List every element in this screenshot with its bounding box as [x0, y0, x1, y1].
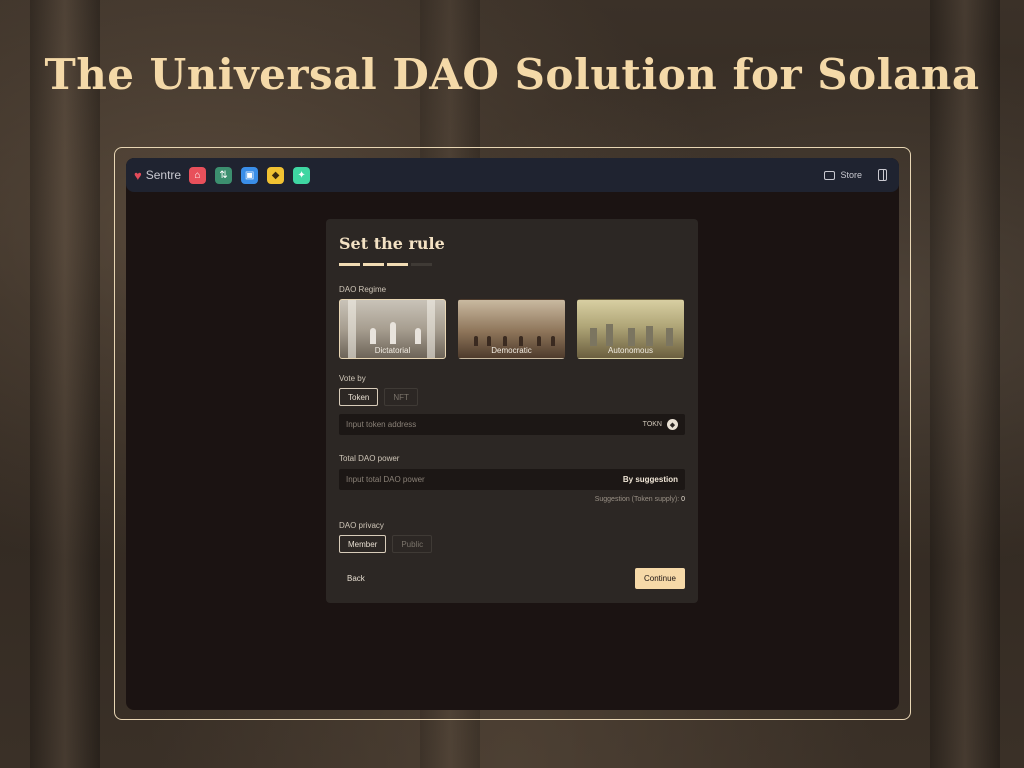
vote-by-toggle: Token NFT: [339, 388, 685, 406]
regime-caption: Autonomous: [608, 346, 653, 355]
regime-caption: Dictatorial: [374, 346, 411, 355]
regime-caption: Democratic: [491, 346, 532, 355]
privacy-label: DAO privacy: [339, 521, 384, 530]
total-power-label: Total DAO power: [339, 454, 400, 463]
farm-app-icon[interactable]: ◆: [267, 166, 285, 184]
app-window: ♥ Sentre ⌂ ⇅ ▣ ◆ ✦ Store Set the rule DA…: [126, 158, 899, 710]
total-power-placeholder: Input total DAO power: [346, 475, 425, 484]
statue-decoration: [415, 328, 421, 344]
token-selector[interactable]: TOKN ◆: [643, 419, 678, 430]
store-icon: [824, 170, 836, 180]
crowd-decoration: [503, 336, 507, 346]
crowd-decoration: [519, 336, 523, 346]
step-indicator: [387, 263, 408, 266]
form-actions: Back Continue: [339, 568, 685, 589]
continue-button[interactable]: Continue: [634, 568, 685, 589]
token-address-placeholder: Input token address: [346, 420, 417, 429]
regime-options: Dictatorial Democratic Autonomous: [339, 299, 685, 359]
stone-decoration: [628, 328, 635, 346]
regime-label: DAO Regime: [339, 285, 387, 294]
vote-nft-option[interactable]: NFT: [384, 388, 418, 406]
vote-by-label: Vote by: [339, 374, 366, 383]
vote-token-option[interactable]: Token: [339, 388, 379, 406]
stone-decoration: [590, 328, 597, 346]
statue-decoration: [370, 328, 376, 344]
brand-name: Sentre: [145, 168, 182, 182]
suggestion-text: Suggestion (Token supply):: [594, 496, 680, 503]
bg-pillar: [930, 0, 1000, 768]
sidebar-toggle-icon[interactable]: [878, 169, 887, 181]
regime-democratic-card[interactable]: Democratic: [458, 299, 565, 359]
regime-dictatorial-card[interactable]: Dictatorial: [339, 299, 446, 359]
by-suggestion-button[interactable]: By suggestion: [623, 475, 678, 484]
step-indicator: [363, 263, 384, 266]
step-indicator: [411, 263, 432, 266]
privacy-public-option[interactable]: Public: [392, 535, 433, 553]
brand-logo[interactable]: ♥ Sentre: [134, 168, 181, 183]
regime-autonomous-card[interactable]: Autonomous: [577, 299, 684, 359]
total-power-input[interactable]: Input total DAO power By suggestion: [339, 469, 685, 490]
token-symbol: TOKN: [642, 421, 662, 428]
privacy-member-option[interactable]: Member: [339, 535, 387, 553]
top-navbar: ♥ Sentre ⌂ ⇅ ▣ ◆ ✦ Store: [126, 158, 899, 192]
sparkle-app-icon[interactable]: ✦: [293, 166, 311, 184]
home-app-icon[interactable]: ⌂: [189, 166, 207, 184]
store-label: Store: [840, 170, 862, 180]
store-button[interactable]: Store: [824, 170, 862, 180]
back-button[interactable]: Back: [339, 574, 365, 583]
swap-app-icon[interactable]: ⇅: [215, 166, 233, 184]
hero-title: The Universal DAO Solution for Solana: [44, 50, 980, 99]
crowd-decoration: [474, 336, 478, 346]
bg-pillar: [30, 0, 100, 768]
stone-decoration: [606, 324, 613, 346]
suggestion-hint: Suggestion (Token supply): 0: [339, 496, 685, 503]
crowd-decoration: [551, 336, 555, 346]
statue-decoration: [390, 322, 396, 344]
token-address-input[interactable]: Input token address TOKN ◆: [339, 414, 685, 435]
card-title: Set the rule: [339, 234, 445, 253]
crowd-decoration: [537, 336, 541, 346]
stone-decoration: [666, 328, 673, 346]
wallet-app-icon[interactable]: ▣: [241, 166, 259, 184]
step-indicator: [339, 263, 360, 266]
crowd-decoration: [487, 336, 491, 346]
step-progress: [339, 263, 685, 266]
privacy-toggle: Member Public: [339, 535, 685, 553]
suggestion-value: 0: [681, 496, 685, 503]
diamond-icon: ◆: [667, 419, 678, 430]
stone-decoration: [646, 326, 653, 346]
heart-icon: ♥: [134, 167, 142, 183]
set-rule-card: Set the rule DAO Regime Dictatorial Demo…: [326, 219, 698, 603]
